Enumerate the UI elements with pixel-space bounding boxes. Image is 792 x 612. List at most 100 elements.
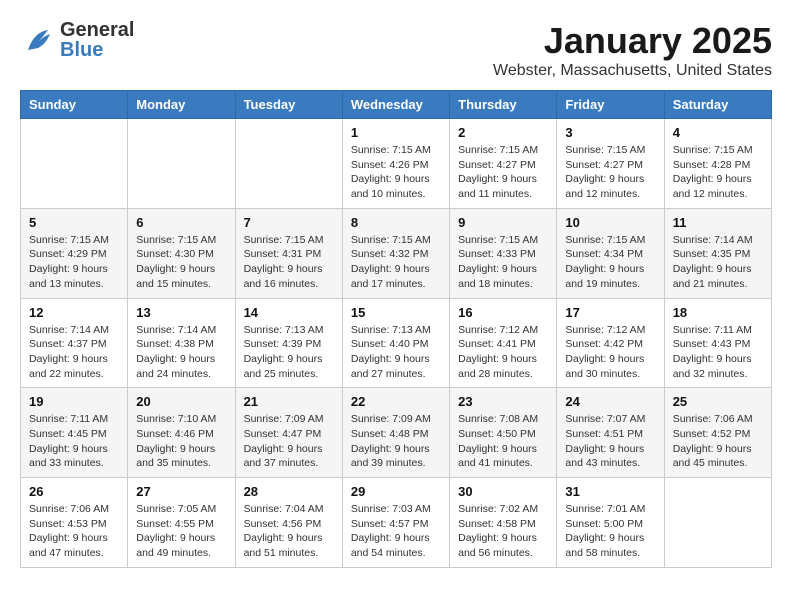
- day-number: 31: [565, 484, 655, 499]
- day-info: Sunrise: 7:14 AM Sunset: 4:35 PM Dayligh…: [673, 233, 763, 292]
- calendar-week-3: 12 Sunrise: 7:14 AM Sunset: 4:37 PM Dayli…: [21, 298, 772, 388]
- day-info: Sunrise: 7:12 AM Sunset: 4:42 PM Dayligh…: [565, 323, 655, 382]
- calendar-cell: 24 Sunrise: 7:07 AM Sunset: 4:51 PM Dayli…: [557, 388, 664, 478]
- calendar-week-4: 19Sunrise: 7:11 AM Sunset: 4:45 PM Dayli…: [21, 388, 772, 478]
- calendar-cell: [235, 119, 342, 209]
- day-number: 19: [29, 394, 119, 409]
- calendar-table: SundayMondayTuesdayWednesdayThursdayFrid…: [20, 90, 772, 568]
- day-info: Sunrise: 7:09 AM Sunset: 4:48 PM Dayligh…: [351, 412, 441, 471]
- day-info: Sunrise: 7:01 AM Sunset: 5:00 PM Dayligh…: [565, 502, 655, 561]
- calendar-cell: 17Sunrise: 7:12 AM Sunset: 4:42 PM Dayli…: [557, 298, 664, 388]
- day-info: Sunrise: 7:13 AM Sunset: 4:40 PM Dayligh…: [351, 323, 441, 382]
- day-info: Sunrise: 7:06 AM Sunset: 4:53 PM Dayligh…: [29, 502, 119, 561]
- month-title: January 2025: [493, 20, 772, 62]
- day-number: 15: [351, 305, 441, 320]
- weekday-header-sunday: Sunday: [21, 91, 128, 119]
- day-info: Sunrise: 7:14 AM Sunset: 4:37 PM Dayligh…: [29, 323, 119, 382]
- day-info: Sunrise: 7:15 AM Sunset: 4:27 PM Dayligh…: [565, 143, 655, 202]
- day-number: 29: [351, 484, 441, 499]
- calendar-cell: 28 Sunrise: 7:04 AM Sunset: 4:56 PM Dayli…: [235, 478, 342, 568]
- calendar-cell: [664, 478, 771, 568]
- day-number: 22: [351, 394, 441, 409]
- day-number: 20: [136, 394, 226, 409]
- calendar-cell: [128, 119, 235, 209]
- calendar-cell: 31 Sunrise: 7:01 AM Sunset: 5:00 PM Dayli…: [557, 478, 664, 568]
- calendar-body: 1Sunrise: 7:15 AM Sunset: 4:26 PM Daylig…: [21, 119, 772, 568]
- calendar-cell: 6 Sunrise: 7:15 AM Sunset: 4:30 PM Daylig…: [128, 208, 235, 298]
- day-number: 24: [565, 394, 655, 409]
- logo-general: General: [60, 20, 134, 40]
- calendar-cell: 1Sunrise: 7:15 AM Sunset: 4:26 PM Daylig…: [342, 119, 449, 209]
- day-info: Sunrise: 7:11 AM Sunset: 4:43 PM Dayligh…: [673, 323, 763, 382]
- calendar-week-1: 1Sunrise: 7:15 AM Sunset: 4:26 PM Daylig…: [21, 119, 772, 209]
- calendar-cell: 13 Sunrise: 7:14 AM Sunset: 4:38 PM Dayli…: [128, 298, 235, 388]
- calendar-cell: 19Sunrise: 7:11 AM Sunset: 4:45 PM Dayli…: [21, 388, 128, 478]
- day-info: Sunrise: 7:15 AM Sunset: 4:31 PM Dayligh…: [244, 233, 334, 292]
- calendar-cell: 11 Sunrise: 7:14 AM Sunset: 4:35 PM Dayli…: [664, 208, 771, 298]
- day-number: 30: [458, 484, 548, 499]
- calendar-cell: 15 Sunrise: 7:13 AM Sunset: 4:40 PM Dayli…: [342, 298, 449, 388]
- day-info: Sunrise: 7:15 AM Sunset: 4:27 PM Dayligh…: [458, 143, 548, 202]
- day-info: Sunrise: 7:07 AM Sunset: 4:51 PM Dayligh…: [565, 412, 655, 471]
- calendar-cell: 8 Sunrise: 7:15 AM Sunset: 4:32 PM Daylig…: [342, 208, 449, 298]
- day-number: 13: [136, 305, 226, 320]
- calendar-cell: 2 Sunrise: 7:15 AM Sunset: 4:27 PM Daylig…: [450, 119, 557, 209]
- weekday-header-saturday: Saturday: [664, 91, 771, 119]
- calendar-cell: 12 Sunrise: 7:14 AM Sunset: 4:37 PM Dayli…: [21, 298, 128, 388]
- day-info: Sunrise: 7:05 AM Sunset: 4:55 PM Dayligh…: [136, 502, 226, 561]
- calendar-cell: 9 Sunrise: 7:15 AM Sunset: 4:33 PM Daylig…: [450, 208, 557, 298]
- day-number: 9: [458, 215, 548, 230]
- day-number: 10: [565, 215, 655, 230]
- calendar-cell: 21 Sunrise: 7:09 AM Sunset: 4:47 PM Dayli…: [235, 388, 342, 478]
- day-info: Sunrise: 7:13 AM Sunset: 4:39 PM Dayligh…: [244, 323, 334, 382]
- day-info: Sunrise: 7:15 AM Sunset: 4:26 PM Dayligh…: [351, 143, 441, 202]
- day-number: 14: [244, 305, 334, 320]
- calendar-week-2: 5 Sunrise: 7:15 AM Sunset: 4:29 PM Daylig…: [21, 208, 772, 298]
- logo-blue: Blue: [60, 40, 134, 60]
- day-number: 8: [351, 215, 441, 230]
- day-number: 16: [458, 305, 548, 320]
- day-info: Sunrise: 7:04 AM Sunset: 4:56 PM Dayligh…: [244, 502, 334, 561]
- day-number: 3: [565, 125, 655, 140]
- day-info: Sunrise: 7:15 AM Sunset: 4:33 PM Dayligh…: [458, 233, 548, 292]
- day-info: Sunrise: 7:15 AM Sunset: 4:28 PM Dayligh…: [673, 143, 763, 202]
- day-info: Sunrise: 7:10 AM Sunset: 4:46 PM Dayligh…: [136, 412, 226, 471]
- day-info: Sunrise: 7:06 AM Sunset: 4:52 PM Dayligh…: [673, 412, 763, 471]
- day-info: Sunrise: 7:12 AM Sunset: 4:41 PM Dayligh…: [458, 323, 548, 382]
- weekday-header-wednesday: Wednesday: [342, 91, 449, 119]
- calendar-cell: 30 Sunrise: 7:02 AM Sunset: 4:58 PM Dayli…: [450, 478, 557, 568]
- day-number: 7: [244, 215, 334, 230]
- day-number: 2: [458, 125, 548, 140]
- day-number: 26: [29, 484, 119, 499]
- calendar-cell: 18 Sunrise: 7:11 AM Sunset: 4:43 PM Dayli…: [664, 298, 771, 388]
- calendar-cell: 16 Sunrise: 7:12 AM Sunset: 4:41 PM Dayli…: [450, 298, 557, 388]
- title-block: January 2025 Webster, Massachusetts, Uni…: [493, 20, 772, 80]
- calendar-cell: 20 Sunrise: 7:10 AM Sunset: 4:46 PM Dayli…: [128, 388, 235, 478]
- day-number: 21: [244, 394, 334, 409]
- location: Webster, Massachusetts, United States: [493, 62, 772, 80]
- calendar-cell: 7 Sunrise: 7:15 AM Sunset: 4:31 PM Daylig…: [235, 208, 342, 298]
- day-info: Sunrise: 7:15 AM Sunset: 4:29 PM Dayligh…: [29, 233, 119, 292]
- day-number: 5: [29, 215, 119, 230]
- weekday-header-friday: Friday: [557, 91, 664, 119]
- day-number: 18: [673, 305, 763, 320]
- day-info: Sunrise: 7:15 AM Sunset: 4:32 PM Dayligh…: [351, 233, 441, 292]
- day-number: 28: [244, 484, 334, 499]
- day-number: 23: [458, 394, 548, 409]
- calendar-cell: [21, 119, 128, 209]
- day-number: 4: [673, 125, 763, 140]
- logo: General Blue: [20, 20, 134, 60]
- day-info: Sunrise: 7:14 AM Sunset: 4:38 PM Dayligh…: [136, 323, 226, 382]
- day-number: 11: [673, 215, 763, 230]
- weekday-header-monday: Monday: [128, 91, 235, 119]
- day-info: Sunrise: 7:02 AM Sunset: 4:58 PM Dayligh…: [458, 502, 548, 561]
- day-info: Sunrise: 7:09 AM Sunset: 4:47 PM Dayligh…: [244, 412, 334, 471]
- weekday-header-thursday: Thursday: [450, 91, 557, 119]
- day-info: Sunrise: 7:15 AM Sunset: 4:34 PM Dayligh…: [565, 233, 655, 292]
- day-info: Sunrise: 7:15 AM Sunset: 4:30 PM Dayligh…: [136, 233, 226, 292]
- calendar-cell: 10 Sunrise: 7:15 AM Sunset: 4:34 PM Dayli…: [557, 208, 664, 298]
- day-number: 12: [29, 305, 119, 320]
- day-number: 25: [673, 394, 763, 409]
- weekday-header-row: SundayMondayTuesdayWednesdayThursdayFrid…: [21, 91, 772, 119]
- day-number: 6: [136, 215, 226, 230]
